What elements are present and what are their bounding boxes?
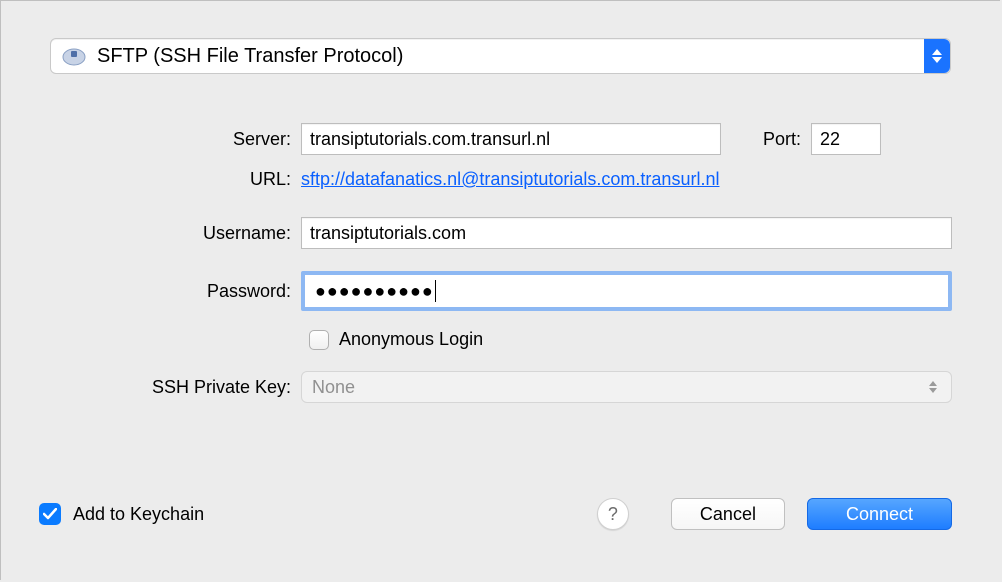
protocol-row: SFTP (SSH File Transfer Protocol) [50, 38, 951, 74]
sshkey-select[interactable]: None [301, 371, 952, 403]
url-label: URL: [1, 169, 301, 190]
anonymous-checkbox[interactable] [309, 330, 329, 350]
connect-label: Connect [846, 504, 913, 525]
chevron-updown-icon [924, 39, 950, 73]
sshkey-label: SSH Private Key: [1, 377, 301, 398]
sshkey-value: None [312, 377, 925, 398]
password-input[interactable]: ●●●●●●●●●● [301, 271, 952, 311]
sshkey-row: SSH Private Key: None [1, 371, 952, 403]
cancel-button[interactable]: Cancel [671, 498, 785, 530]
help-button[interactable]: ? [597, 498, 629, 530]
chevron-updown-icon [925, 381, 941, 393]
keychain-checkbox[interactable] [39, 503, 61, 525]
username-input[interactable] [301, 217, 952, 249]
protocol-select[interactable]: SFTP (SSH File Transfer Protocol) [50, 38, 951, 74]
anonymous-label: Anonymous Login [339, 329, 483, 350]
protocol-label: SFTP (SSH File Transfer Protocol) [97, 45, 924, 68]
server-row: Server: Port: [1, 123, 952, 155]
url-link[interactable]: sftp://datafanatics.nl@transiptutorials.… [301, 169, 719, 190]
keychain-label: Add to Keychain [73, 504, 204, 525]
cancel-label: Cancel [700, 504, 756, 525]
text-cursor [435, 280, 436, 302]
anonymous-row: Anonymous Login [1, 329, 952, 350]
password-dots: ●●●●●●●●●● [315, 281, 434, 302]
server-label: Server: [1, 129, 301, 150]
password-label: Password: [1, 281, 301, 302]
url-row: URL: sftp://datafanatics.nl@transiptutor… [1, 169, 952, 190]
bottom-row: Add to Keychain ? Cancel Connect [39, 496, 952, 532]
connection-dialog: SFTP (SSH File Transfer Protocol) Server… [0, 0, 1000, 580]
password-row: Password: ●●●●●●●●●● [1, 271, 952, 311]
connect-button[interactable]: Connect [807, 498, 952, 530]
port-input[interactable] [811, 123, 881, 155]
disk-icon [61, 45, 87, 67]
server-input[interactable] [301, 123, 721, 155]
help-icon: ? [608, 504, 618, 525]
port-label: Port: [751, 129, 811, 150]
check-icon [43, 508, 57, 520]
username-row: Username: [1, 217, 952, 249]
username-label: Username: [1, 223, 301, 244]
